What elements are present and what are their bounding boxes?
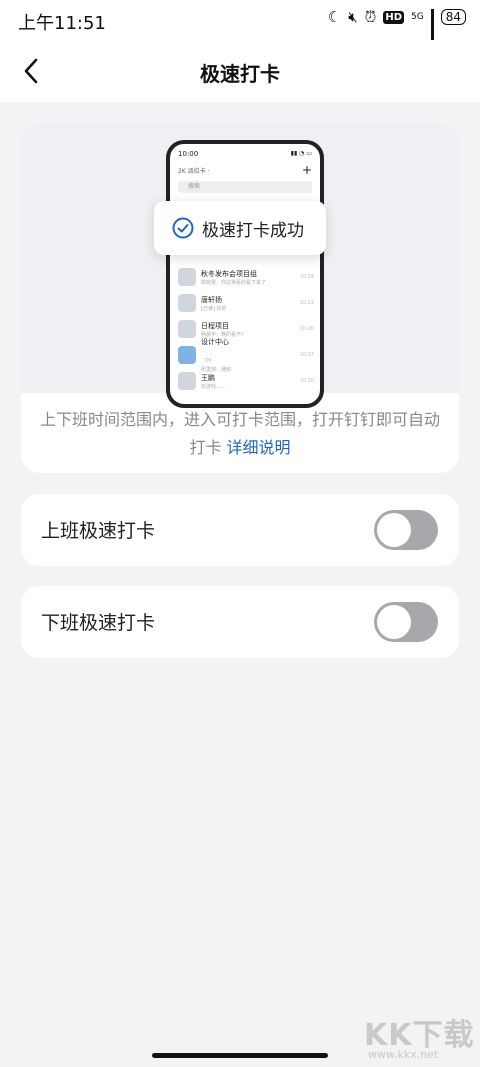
chat-avatar: [178, 320, 196, 338]
phone-chat-item: 秋冬发布会项目组 陈晓雯：你在常看的看下来了 10:24: [178, 264, 314, 290]
preview-illustration: 10:00 ▮▮ ◔ ▭ 2K 派拉卡 · + 搜索 秋冬发布会项目组 陈晓雯：你…: [21, 123, 459, 408]
success-toast: 极速打卡成功: [154, 201, 326, 255]
chat-preview: [已读] 好的: [201, 305, 227, 312]
chat-preview: 陈晓雯：你在常看的看下来了: [201, 279, 267, 286]
phone-chat-item: 王鹏 玩游戏…… 10:10: [178, 368, 314, 394]
phone-chat-item: 设计中心 TM 研发部：通知 10:17: [178, 338, 314, 373]
check-circle-icon: [172, 217, 194, 239]
details-link[interactable]: 详细说明: [227, 438, 291, 457]
setting-label-checkin: 上班极速打卡: [41, 520, 156, 542]
phone-mockup: 10:00 ▮▮ ◔ ▭ 2K 派拉卡 · + 搜索 秋冬发布会项目组 陈晓雯：你…: [166, 140, 324, 408]
status-bar: 上午11:51 ☾ 🔇︎ ⏰︎ HD 5G 84: [0, 0, 480, 59]
chat-name: 设计中心: [201, 338, 229, 346]
phone-chat-item: 唐轩扬 [已读] 好的 10:22: [178, 290, 314, 316]
phone-chat-list: 秋冬发布会项目组 陈晓雯：你在常看的看下来了 10:24 唐轩扬 [已读] 好的 10:2…: [178, 264, 314, 394]
chat-name: 秋冬发布会项目组: [201, 269, 257, 278]
mute-icon: 🔇︎: [348, 8, 358, 26]
status-time: 上午11:51: [18, 13, 106, 34]
home-indicator[interactable]: [152, 1053, 328, 1058]
chat-preview: 玩游戏……: [201, 383, 227, 390]
chat-time: 10:20: [299, 326, 314, 332]
chat-avatar: [178, 346, 196, 364]
signal-icon: [430, 9, 434, 59]
phone-search: 搜索: [178, 181, 312, 193]
watermark-logo: KK下载 www.kkx.net: [358, 1006, 480, 1067]
description: 上下班时间范围内，进入可打卡范围，打开钉钉即可自动打卡 详细说明: [37, 406, 443, 462]
chat-time: 10:10: [299, 378, 314, 384]
toggle-checkout[interactable]: [374, 602, 438, 642]
setting-label-checkout: 下班极速打卡: [41, 612, 156, 634]
chat-name: 唐轩扬: [201, 295, 222, 304]
chat-avatar: [178, 372, 196, 390]
chat-avatar: [178, 268, 196, 286]
watermark-url: www.kkx.net: [368, 1048, 439, 1061]
toggle-knob: [377, 513, 411, 547]
intro-card: 10:00 ▮▮ ◔ ▭ 2K 派拉卡 · + 搜索 秋冬发布会项目组 陈晓雯：你…: [21, 123, 459, 473]
chat-time: 10:24: [299, 274, 314, 280]
chat-badge: TM: [204, 358, 212, 364]
network-label: 5G: [411, 11, 424, 22]
plus-icon: +: [301, 163, 312, 177]
status-icons: ☾ 🔇︎ ⏰︎ HD 5G 84: [327, 8, 466, 59]
hd-icon: HD: [383, 10, 405, 24]
nav-bar: 极速打卡: [0, 40, 480, 102]
page-title: 极速打卡: [200, 62, 280, 86]
toast-text: 极速打卡成功: [202, 220, 304, 241]
phone-header: 2K 派拉卡 ·: [178, 168, 210, 175]
chat-avatar: [178, 294, 196, 312]
battery-icon: 84: [440, 9, 466, 25]
phone-time: 10:00: [178, 150, 199, 158]
alarm-icon: ⏰︎: [364, 8, 377, 26]
moon-icon: ☾: [327, 8, 342, 26]
chat-name: 日程项目: [201, 321, 229, 330]
phone-signal-icon: ▮▮ ◔ ▭: [290, 150, 312, 157]
chat-name: 王鹏: [201, 373, 215, 382]
setting-row-checkout: 下班极速打卡: [21, 586, 459, 658]
toggle-knob: [377, 605, 411, 639]
setting-row-checkin: 上班极速打卡: [21, 494, 459, 566]
chat-time: 10:22: [299, 300, 314, 306]
chat-time: 10:17: [299, 352, 314, 358]
toggle-checkin[interactable]: [374, 510, 438, 550]
